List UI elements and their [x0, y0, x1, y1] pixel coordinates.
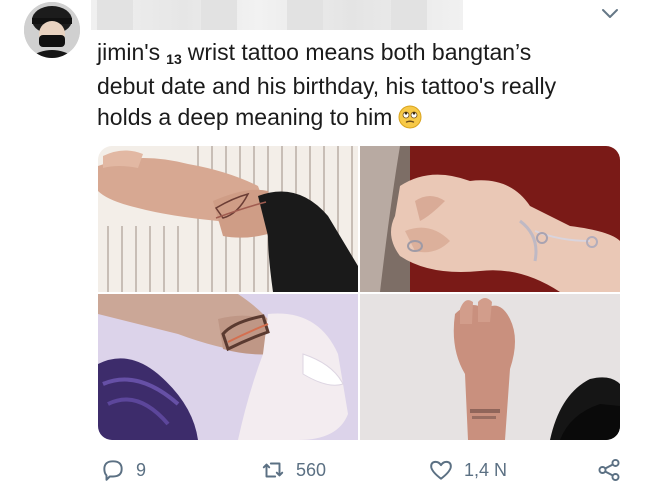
like-count: 1,4 N [464, 459, 508, 480]
tweet-text: jimin's 13 wrist tattoo means both bangtan… [97, 37, 617, 133]
subscript-number: 13 [166, 51, 182, 67]
reply-icon [100, 457, 126, 483]
retweet-button[interactable]: 560 [260, 452, 326, 488]
retweet-count: 560 [296, 459, 327, 480]
username-redacted [91, 0, 463, 30]
heart-icon [428, 457, 454, 483]
avatar[interactable] [24, 2, 80, 58]
tweet-line-1: jimin's 13 wrist tattoo means both bangtan… [97, 37, 617, 71]
photo-1[interactable] [98, 146, 358, 292]
tweet-text-segment: holds a deep meaning to him [97, 104, 393, 130]
share-icon [596, 457, 622, 483]
chevron-down-icon[interactable] [598, 6, 622, 22]
tweet-line-2: debut date and his birthday, his tattoo'… [97, 73, 557, 99]
tweet-line-3: holds a deep meaning to him [97, 102, 617, 133]
tweet-text-segment: jimin's [97, 39, 161, 65]
face-with-rolling-eyes-emoji [398, 105, 422, 129]
reply-count: 9 [136, 459, 147, 480]
tweet-text-segment: wrist tattoo means both bangtan’s [187, 39, 532, 65]
retweet-icon [260, 457, 286, 483]
tweet-actions: 9 560 1,4 N [0, 452, 645, 488]
share-button[interactable] [596, 452, 622, 488]
photo-2[interactable] [360, 146, 620, 292]
reply-button[interactable]: 9 [100, 452, 146, 488]
like-button[interactable]: 1,4 N [428, 452, 507, 488]
media-grid[interactable] [98, 146, 620, 440]
photo-4[interactable] [360, 294, 620, 440]
photo-3[interactable] [98, 294, 358, 440]
